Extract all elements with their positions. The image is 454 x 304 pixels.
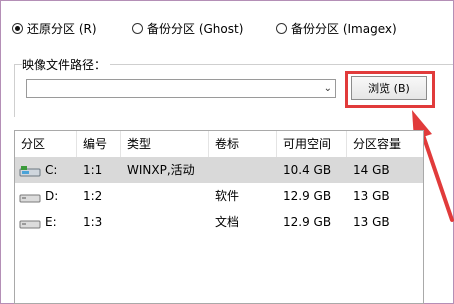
radio-unchecked-icon	[276, 23, 287, 34]
image-path-combobox[interactable]: ⌄	[26, 79, 336, 98]
restore-partition-radio[interactable]: 还原分区 (R)	[12, 20, 97, 37]
image-path-label: 映像文件路径：	[22, 56, 111, 73]
cell-partition: E:	[45, 215, 57, 229]
mode-radio-group: 还原分区 (R) 备份分区 (Ghost) 备份分区 (Imagex)	[0, 20, 454, 40]
backup-ghost-label: 备份分区 (Ghost)	[147, 22, 244, 36]
cell-capacity: 13 GB	[353, 215, 390, 229]
cell-type	[121, 209, 209, 235]
table-row[interactable]: C: 1:1 WINXP,活动 10.4 GB 14 GB	[15, 157, 423, 183]
cell-partition: C:	[45, 163, 58, 177]
cell-partition: D:	[45, 189, 59, 203]
browse-button[interactable]: 浏览 (B)	[351, 76, 427, 100]
cell-number: 1:1	[83, 163, 103, 177]
drive-icon	[19, 194, 41, 203]
drive-icon	[19, 220, 41, 229]
backup-ghost-radio[interactable]: 备份分区 (Ghost)	[132, 20, 243, 37]
browse-button-label: 浏览 (B)	[368, 82, 410, 95]
table-row[interactable]: E: 1:3 文档 12.9 GB 13 GB	[15, 209, 423, 235]
cell-number: 1:3	[83, 215, 103, 229]
cell-capacity: 14 GB	[353, 163, 390, 177]
column-header-number[interactable]: 编号	[77, 131, 121, 157]
cell-free: 10.4 GB	[283, 163, 332, 177]
column-header-free[interactable]: 可用空间	[277, 131, 347, 157]
cell-label: 软件	[215, 189, 240, 203]
cell-free: 12.9 GB	[283, 215, 332, 229]
cell-label: 文档	[215, 215, 240, 229]
backup-imagex-radio[interactable]: 备份分区 (Imagex)	[276, 20, 397, 37]
restore-partition-label: 还原分区 (R)	[27, 22, 97, 36]
column-header-type[interactable]: 类型	[121, 131, 209, 157]
system-drive-icon	[19, 166, 41, 177]
cell-capacity: 13 GB	[353, 189, 390, 203]
radio-checked-icon	[12, 23, 23, 34]
cell-type	[121, 183, 209, 209]
cell-free: 12.9 GB	[283, 189, 332, 203]
radio-unchecked-icon	[132, 23, 143, 34]
partition-table: 分区 编号 类型 卷标 可用空间 分区容量 C: 1:1 WINXP,活动 10…	[14, 130, 424, 304]
column-header-label[interactable]: 卷标	[209, 131, 277, 157]
backup-imagex-label: 备份分区 (Imagex)	[291, 22, 397, 36]
table-header: 分区 编号 类型 卷标 可用空间 分区容量	[15, 131, 423, 157]
table-row[interactable]: D: 1:2 软件 12.9 GB 13 GB	[15, 183, 423, 209]
column-header-capacity[interactable]: 分区容量	[347, 131, 423, 157]
cell-type: WINXP,活动	[127, 163, 195, 177]
cell-label	[209, 157, 277, 183]
column-header-partition[interactable]: 分区	[15, 131, 77, 157]
cell-number: 1:2	[83, 189, 103, 203]
chevron-down-icon[interactable]: ⌄	[324, 82, 332, 96]
